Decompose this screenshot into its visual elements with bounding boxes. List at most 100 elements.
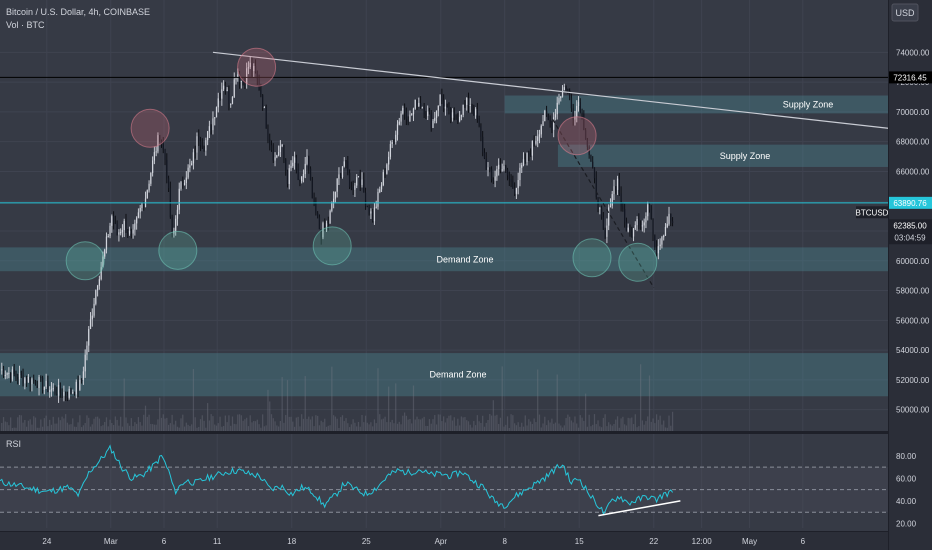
candle-body: [132, 229, 134, 234]
candle-body: [627, 227, 629, 232]
volume-bar: [659, 415, 661, 432]
volume-bar: [125, 417, 127, 432]
candle-body: [487, 167, 489, 170]
volume-bar: [574, 416, 576, 432]
candle-body: [409, 114, 411, 122]
volume-bar: [233, 423, 235, 432]
volume-bar: [283, 422, 285, 432]
volume-bar: [565, 418, 567, 432]
candle-body: [285, 159, 287, 171]
candle-body: [373, 207, 376, 222]
candle-body: [531, 140, 533, 156]
candle-body: [318, 217, 321, 230]
candle-body: [293, 157, 296, 163]
price-chart[interactable]: Supply Zone Supply Zone Demand Zone Demand …: [0, 0, 932, 550]
volume-bar: [160, 417, 163, 432]
candle-body: [38, 377, 40, 389]
candle-body: [269, 139, 271, 146]
candle-body: [8, 372, 10, 374]
marker-circle-teal-6: [572, 238, 612, 278]
candle-body: [292, 162, 294, 166]
volume-bar: [72, 418, 74, 432]
candle-body: [671, 221, 674, 224]
candle-body: [334, 191, 337, 199]
candle-body: [526, 152, 528, 163]
volume-bar: [613, 423, 615, 432]
volume-bar: [444, 422, 447, 432]
volume-bar: [6, 422, 8, 432]
volume-bar: [650, 421, 652, 432]
volume-bar: [446, 418, 448, 432]
candle-body: [396, 124, 399, 135]
price-tick-label-0: 50000.00: [896, 406, 930, 415]
volume-bar: [235, 424, 237, 432]
candle-body: [501, 169, 503, 171]
volume-bar: [529, 421, 532, 432]
candle-body: [277, 152, 280, 156]
candle-body: [663, 235, 665, 238]
candle-body: [641, 225, 644, 227]
volume-bar: [249, 415, 251, 432]
candle-body: [205, 140, 207, 151]
candle-body: [499, 164, 502, 171]
candle-body: [405, 112, 407, 120]
volume-bar: [61, 416, 63, 432]
volume-bar: [361, 414, 363, 432]
candle-body: [221, 89, 223, 99]
candle-body: [175, 218, 177, 231]
candle-body: [464, 104, 466, 106]
volume-bar: [288, 416, 290, 432]
price-tick-label-9: 68000.00: [896, 138, 930, 147]
volume-bar: [279, 421, 282, 432]
candle-body: [620, 193, 622, 207]
candle-body: [636, 219, 638, 226]
volume-bar: [281, 377, 283, 432]
candle-body: [654, 235, 656, 248]
volume-bar: [88, 417, 90, 432]
candle-body: [128, 230, 131, 234]
volume-bar: [668, 415, 670, 432]
candle-body: [96, 285, 99, 291]
candle-body: [89, 319, 92, 330]
symbol-tag: BTCUSD: [856, 208, 889, 217]
volume-bar: [616, 416, 619, 432]
candle-body: [372, 211, 374, 222]
zone-label-3: Demand Zone: [429, 370, 486, 380]
candle-body: [162, 144, 164, 150]
candle-body: [86, 345, 88, 355]
candle-body: [288, 168, 290, 184]
candle-body: [217, 98, 219, 108]
volume-bar: [567, 414, 569, 432]
volume-bar: [608, 422, 610, 432]
candle-body: [150, 172, 152, 184]
volume-bar: [324, 418, 326, 432]
volume-bar: [1, 422, 3, 432]
candle-body: [599, 208, 601, 210]
volume-bar: [143, 414, 145, 432]
volume-bar: [473, 421, 475, 432]
candle-body: [182, 182, 184, 186]
candle-body: [24, 378, 26, 384]
marker-circle-red-0: [130, 108, 170, 148]
volume-bar: [315, 415, 317, 432]
candle-body: [151, 160, 154, 173]
candle-body: [529, 155, 532, 157]
volume-bar: [49, 419, 51, 432]
volume-bar: [171, 414, 173, 432]
volume-bar: [150, 423, 152, 432]
volume-bar: [588, 414, 590, 432]
candle-body: [439, 94, 441, 106]
candle-body: [427, 111, 429, 117]
candle-body: [524, 159, 526, 163]
volume-bar: [295, 417, 297, 432]
candle-body: [618, 178, 620, 194]
candle-body: [402, 107, 404, 114]
candle-body: [2, 369, 5, 377]
volume-bar: [510, 414, 512, 432]
volume-bar: [657, 419, 659, 432]
volume-bar: [373, 419, 376, 432]
candle-body: [279, 145, 282, 153]
volume-bar: [432, 419, 434, 432]
candle-body: [494, 176, 496, 181]
volume-bar: [166, 417, 168, 432]
